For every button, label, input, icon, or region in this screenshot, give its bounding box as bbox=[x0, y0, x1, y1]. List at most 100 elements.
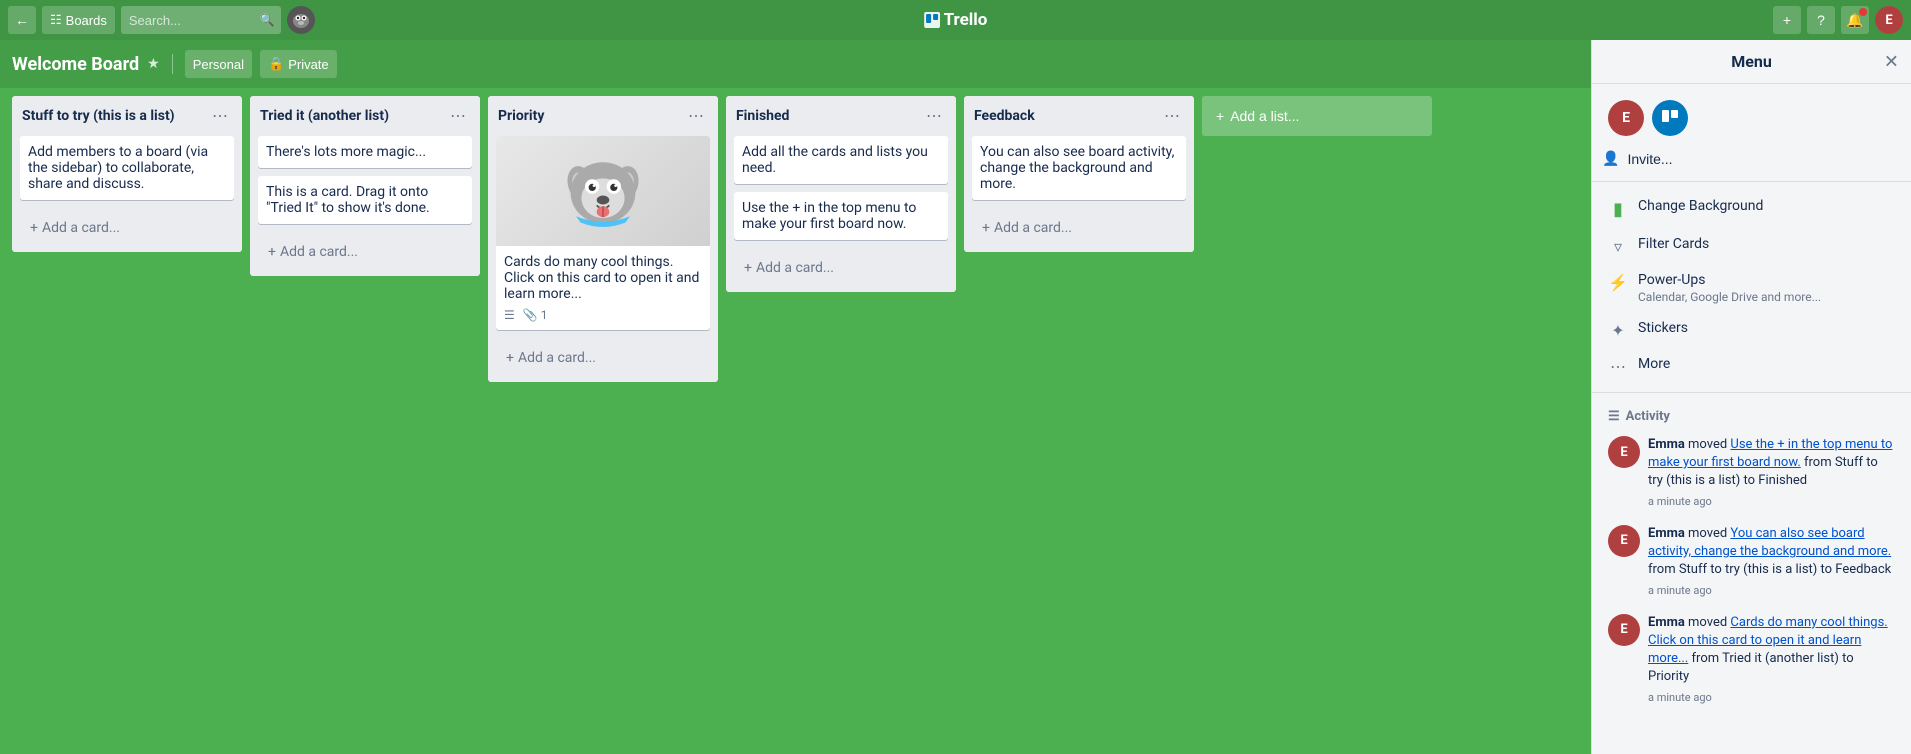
filter-icon: ▿ bbox=[1608, 237, 1628, 256]
plus-icon: + bbox=[982, 220, 990, 236]
menu-item-more[interactable]: ⋯ More bbox=[1592, 348, 1911, 384]
card-finished-2[interactable]: Use the + in the top menu to make your f… bbox=[734, 192, 948, 240]
list-menu-button-feedback[interactable]: ⋯ bbox=[1160, 104, 1184, 128]
mascot-icon bbox=[287, 6, 315, 34]
panel-title: Menu bbox=[1731, 52, 1772, 71]
list-feedback: Feedback ⋯ You can also see board activi… bbox=[964, 96, 1194, 252]
list-cards-finished: Add all the cards and lists you need. Us… bbox=[726, 136, 956, 248]
boards-button[interactable]: ☷ Boards bbox=[42, 6, 115, 34]
menu-item-background[interactable]: ▮ Change Background bbox=[1592, 190, 1911, 228]
help-button[interactable]: ? bbox=[1807, 6, 1835, 34]
card-text: There's lots more magic... bbox=[266, 144, 426, 160]
menu-item-filter[interactable]: ▿ Filter Cards bbox=[1592, 228, 1911, 264]
person-icon: 👤 bbox=[1602, 150, 1619, 167]
add-list-button[interactable]: + Add a list... bbox=[1202, 96, 1432, 136]
activity-time-2: a minute ago bbox=[1648, 583, 1895, 598]
list-title-feedback: Feedback bbox=[974, 108, 1035, 124]
menu-item-label-powerups: Power-Ups bbox=[1638, 272, 1821, 288]
list-menu-button-tried[interactable]: ⋯ bbox=[446, 104, 470, 128]
activity-time-3: a minute ago bbox=[1648, 690, 1895, 705]
search-wrap: 🔍 bbox=[121, 6, 281, 34]
add-card-tried[interactable]: + Add a card... bbox=[258, 236, 472, 268]
plus-icon: + bbox=[744, 260, 752, 276]
card-dog-image bbox=[496, 136, 710, 246]
card-tried-2[interactable]: This is a card. Drag it onto "Tried It" … bbox=[258, 176, 472, 224]
list-header-feedback: Feedback ⋯ bbox=[964, 96, 1194, 136]
activity-text-2: Emma moved You can also see board activi… bbox=[1648, 525, 1895, 598]
activity-user-2: Emma bbox=[1648, 526, 1685, 541]
activity-item-2: E Emma moved You can also see board acti… bbox=[1592, 517, 1911, 606]
activity-avatar-2: E bbox=[1608, 525, 1640, 557]
activity-time-1: a minute ago bbox=[1648, 494, 1895, 509]
card-feedback-1[interactable]: You can also see board activity, change … bbox=[972, 136, 1186, 200]
menu-item-label-filter: Filter Cards bbox=[1638, 236, 1709, 252]
board-title: Welcome Board bbox=[12, 54, 139, 75]
activity-action-3: moved bbox=[1688, 615, 1730, 630]
panel-avatar-row: E bbox=[1592, 92, 1911, 144]
grid-icon: ☷ bbox=[50, 12, 62, 28]
menu-item-label-more: More bbox=[1638, 356, 1670, 372]
list-cards-feedback: You can also see board activity, change … bbox=[964, 136, 1194, 208]
activity-section-title: ☰ Activity bbox=[1592, 401, 1911, 428]
lock-icon: 🔒 bbox=[268, 56, 284, 72]
activity-action-1: moved bbox=[1688, 437, 1730, 452]
trello-avatar-icon bbox=[1659, 107, 1681, 129]
panel-close-button[interactable]: ✕ bbox=[1884, 51, 1899, 72]
list-header-tried: Tried it (another list) ⋯ bbox=[250, 96, 480, 136]
add-card-finished[interactable]: + Add a card... bbox=[734, 252, 948, 284]
topbar-left: ← ☷ Boards 🔍 bbox=[8, 6, 315, 34]
private-button[interactable]: 🔒 Private bbox=[260, 50, 337, 78]
panel-content: E 👤 Invite... ▮ Change Background ▿ bbox=[1592, 84, 1911, 754]
trello-icon bbox=[924, 12, 940, 28]
add-card-priority[interactable]: + Add a card... bbox=[496, 342, 710, 374]
list-header-finished: Finished ⋯ bbox=[726, 96, 956, 136]
user-icon-small bbox=[287, 6, 315, 34]
list-cards-tried: There's lots more magic... This is a car… bbox=[250, 136, 480, 232]
activity-text-3: Emma moved Cards do many cool things. Cl… bbox=[1648, 614, 1895, 705]
header-divider bbox=[172, 54, 173, 74]
list-stuff: Stuff to try (this is a list) ⋯ Add memb… bbox=[12, 96, 242, 252]
panel-user-avatar[interactable]: E bbox=[1608, 100, 1644, 136]
list-header-stuff: Stuff to try (this is a list) ⋯ bbox=[12, 96, 242, 136]
list-priority: Priority ⋯ bbox=[488, 96, 718, 382]
star-icon[interactable]: ★ bbox=[147, 56, 160, 72]
list-menu-button-finished[interactable]: ⋯ bbox=[922, 104, 946, 128]
activity-user-1: Emma bbox=[1648, 437, 1685, 452]
search-input[interactable] bbox=[121, 6, 281, 34]
notifications-button[interactable]: 🔔 bbox=[1841, 6, 1869, 34]
menu-item-powerups[interactable]: ⚡ Power-Ups Calendar, Google Drive and m… bbox=[1592, 264, 1911, 312]
card-text: This is a card. Drag it onto "Tried It" … bbox=[266, 184, 430, 216]
list-cards-priority: Cards do many cool things. Click on this… bbox=[488, 136, 718, 338]
list-title-stuff: Stuff to try (this is a list) bbox=[22, 108, 175, 124]
personal-button[interactable]: Personal bbox=[185, 50, 252, 78]
activity-item-3: E Emma moved Cards do many cool things. … bbox=[1592, 606, 1911, 713]
card-finished-1[interactable]: Add all the cards and lists you need. bbox=[734, 136, 948, 184]
list-menu-button-priority[interactable]: ⋯ bbox=[684, 104, 708, 128]
panel-trello-avatar[interactable] bbox=[1652, 100, 1688, 136]
topbar: ← ☷ Boards 🔍 bbox=[0, 0, 1911, 40]
activity-item-1: E Emma moved Use the + in the top menu t… bbox=[1592, 428, 1911, 517]
invite-button[interactable]: 👤 Invite... bbox=[1592, 144, 1911, 173]
activity-text-1: Emma moved Use the + in the top menu to … bbox=[1648, 436, 1895, 509]
user-avatar[interactable]: E bbox=[1875, 6, 1903, 34]
card-stuff-1[interactable]: Add members to a board (via the sidebar)… bbox=[20, 136, 234, 200]
menu-item-label-background: Change Background bbox=[1638, 198, 1763, 214]
add-card-feedback[interactable]: + Add a card... bbox=[972, 212, 1186, 244]
menu-item-stickers[interactable]: ✦ Stickers bbox=[1592, 312, 1911, 348]
plus-icon-list: + bbox=[1216, 108, 1224, 124]
add-button[interactable]: + bbox=[1773, 6, 1801, 34]
add-card-stuff[interactable]: + Add a card... bbox=[20, 212, 234, 244]
menu-item-sub-powerups: Calendar, Google Drive and more... bbox=[1638, 290, 1821, 304]
plus-icon: + bbox=[30, 220, 38, 236]
activity-icon: ☰ bbox=[1608, 409, 1620, 424]
card-footer: ☰ 📎 1 bbox=[504, 308, 702, 322]
powerups-icon: ⚡ bbox=[1608, 273, 1628, 292]
card-text: Add all the cards and lists you need. bbox=[742, 144, 928, 176]
list-menu-button-stuff[interactable]: ⋯ bbox=[208, 104, 232, 128]
card-priority-1[interactable]: Cards do many cool things. Click on this… bbox=[496, 136, 710, 330]
back-button[interactable]: ← bbox=[8, 6, 36, 34]
activity-card-link-2[interactable]: You can also see board activity, change … bbox=[1648, 526, 1891, 559]
trello-logo: Trello bbox=[924, 10, 988, 30]
card-tried-1[interactable]: There's lots more magic... bbox=[258, 136, 472, 168]
list-header-priority: Priority ⋯ bbox=[488, 96, 718, 136]
